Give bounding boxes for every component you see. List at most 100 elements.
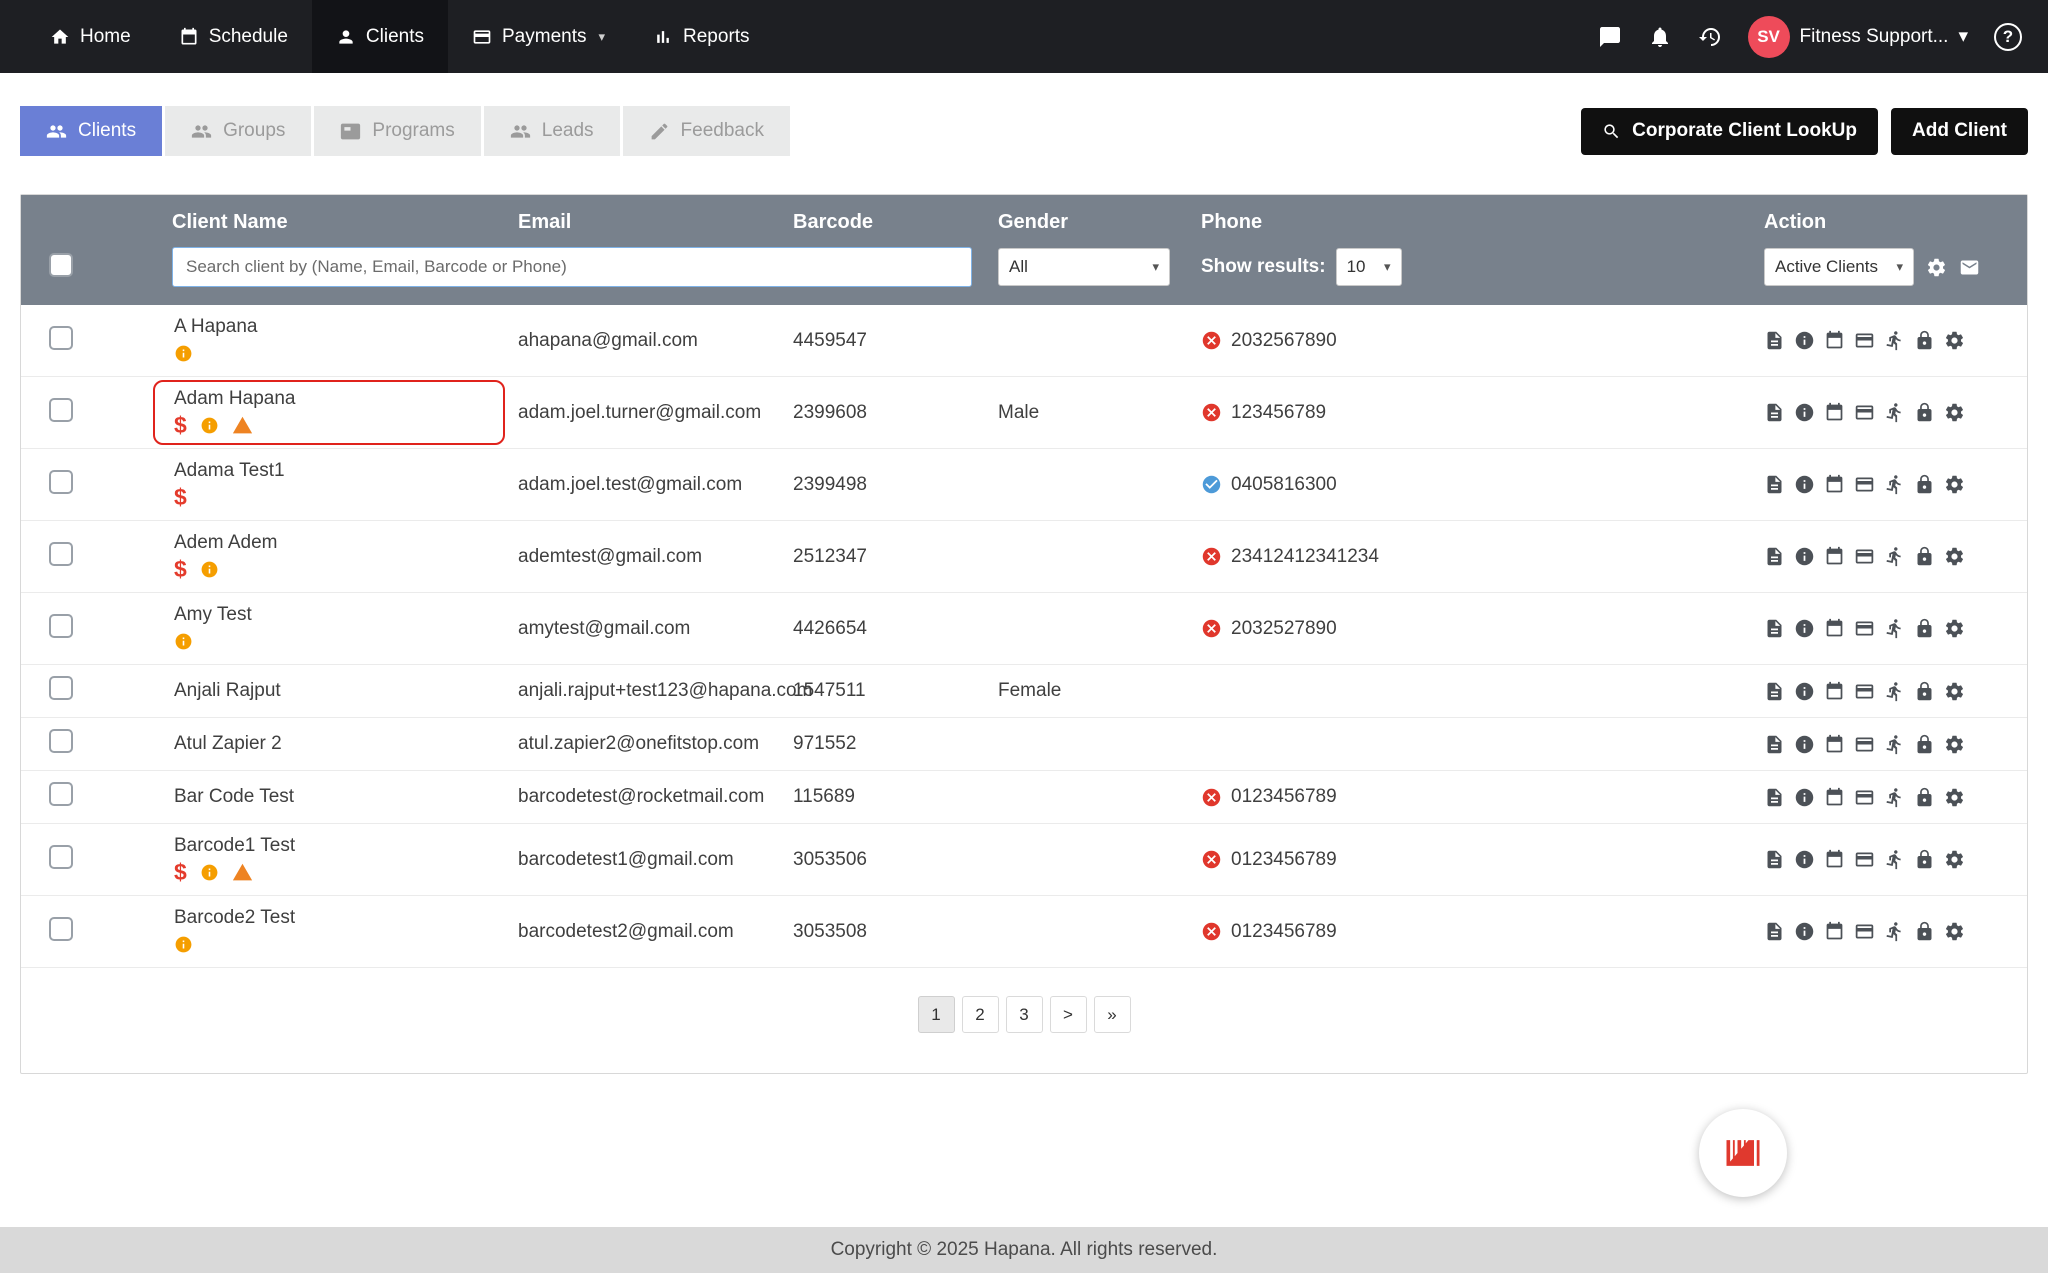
run-icon[interactable] (1884, 921, 1905, 942)
info-icon[interactable] (1794, 546, 1815, 567)
info-flag-icon[interactable] (174, 632, 193, 651)
calendar-icon[interactable] (1824, 681, 1845, 702)
warning-flag-icon[interactable] (232, 862, 253, 883)
info-icon[interactable] (1794, 330, 1815, 351)
info-flag-icon[interactable] (174, 935, 193, 954)
tab-programs[interactable]: Programs (314, 106, 481, 156)
dollar-flag-icon[interactable]: $ (174, 861, 187, 884)
row-checkbox[interactable] (49, 397, 73, 422)
lock-icon[interactable] (1914, 681, 1935, 702)
run-icon[interactable] (1884, 546, 1905, 567)
tab-groups[interactable]: Groups (165, 106, 312, 156)
lock-icon[interactable] (1914, 921, 1935, 942)
row-checkbox[interactable] (49, 613, 73, 638)
gear-icon[interactable] (1944, 787, 1965, 808)
run-icon[interactable] (1884, 330, 1905, 351)
corporate-client-lookup-button[interactable]: Corporate Client LookUp (1581, 107, 1878, 155)
client-name[interactable]: Adama Test1 (174, 460, 503, 482)
row-checkbox[interactable] (49, 676, 73, 700)
copy-icon[interactable] (1764, 734, 1785, 755)
tab-feedback[interactable]: Feedback (622, 106, 790, 156)
info-icon[interactable] (1794, 681, 1815, 702)
nav-reports[interactable]: Reports (629, 0, 774, 73)
info-icon[interactable] (1794, 618, 1815, 639)
gear-icon[interactable] (1944, 849, 1965, 870)
dollar-flag-icon[interactable]: $ (174, 486, 187, 509)
page-button[interactable]: > (1049, 996, 1087, 1033)
nav-payments[interactable]: Payments ▾ (448, 0, 629, 73)
client-name[interactable]: A Hapana (174, 316, 503, 338)
nav-schedule[interactable]: Schedule (155, 0, 312, 73)
credit-card-icon[interactable] (1854, 474, 1875, 495)
history-icon[interactable] (1698, 25, 1722, 49)
bell-icon[interactable] (1648, 25, 1672, 49)
calendar-icon[interactable] (1824, 618, 1845, 639)
gear-icon[interactable] (1944, 474, 1965, 495)
client-name[interactable]: Bar Code Test (174, 786, 503, 808)
warning-flag-icon[interactable] (232, 415, 253, 436)
show-results-select[interactable]: 10 ▾ (1335, 248, 1402, 286)
row-checkbox[interactable] (49, 844, 73, 869)
run-icon[interactable] (1884, 734, 1905, 755)
credit-card-icon[interactable] (1854, 734, 1875, 755)
tab-clients[interactable]: Clients (20, 106, 163, 156)
info-icon[interactable] (1794, 734, 1815, 755)
credit-card-icon[interactable] (1854, 849, 1875, 870)
gear-icon[interactable] (1944, 681, 1965, 702)
lock-icon[interactable] (1914, 330, 1935, 351)
row-checkbox[interactable] (49, 325, 73, 350)
row-checkbox[interactable] (49, 469, 73, 494)
client-name[interactable]: Amy Test (174, 604, 503, 626)
credit-card-icon[interactable] (1854, 921, 1875, 942)
gear-icon[interactable] (1944, 330, 1965, 351)
credit-card-icon[interactable] (1854, 546, 1875, 567)
calendar-icon[interactable] (1824, 734, 1845, 755)
client-name[interactable]: Barcode2 Test (174, 907, 503, 929)
row-checkbox[interactable] (49, 541, 73, 566)
copy-icon[interactable] (1764, 921, 1785, 942)
info-flag-icon[interactable] (200, 863, 219, 882)
page-button[interactable]: 2 (961, 996, 999, 1033)
copy-icon[interactable] (1764, 330, 1785, 351)
credit-card-icon[interactable] (1854, 402, 1875, 423)
row-checkbox[interactable] (49, 782, 73, 806)
page-button[interactable]: 1 (917, 996, 955, 1033)
copy-icon[interactable] (1764, 787, 1785, 808)
lock-icon[interactable] (1914, 618, 1935, 639)
copy-icon[interactable] (1764, 849, 1785, 870)
info-icon[interactable] (1794, 849, 1815, 870)
gender-filter-select[interactable]: All ▾ (998, 248, 1170, 286)
gear-icon[interactable] (1944, 618, 1965, 639)
dollar-flag-icon[interactable]: $ (174, 558, 187, 581)
run-icon[interactable] (1884, 402, 1905, 423)
run-icon[interactable] (1884, 681, 1905, 702)
info-icon[interactable] (1794, 402, 1815, 423)
lock-icon[interactable] (1914, 402, 1935, 423)
dollar-flag-icon[interactable]: $ (174, 414, 187, 437)
gear-icon[interactable] (1944, 402, 1965, 423)
run-icon[interactable] (1884, 849, 1905, 870)
envelope-icon[interactable] (1959, 257, 1980, 278)
account-menu[interactable]: SV Fitness Support... ▾ (1747, 15, 1968, 58)
copy-icon[interactable] (1764, 402, 1785, 423)
status-filter-select[interactable]: Active Clients ▾ (1764, 248, 1914, 286)
gear-icon[interactable] (1944, 734, 1965, 755)
copy-icon[interactable] (1764, 681, 1785, 702)
barcode-scan-button[interactable] (1699, 1109, 1787, 1197)
run-icon[interactable] (1884, 474, 1905, 495)
client-name[interactable]: Anjali Rajput (174, 680, 503, 702)
client-name[interactable]: Adem Adem (174, 532, 503, 554)
chat-icon[interactable] (1598, 25, 1622, 49)
copy-icon[interactable] (1764, 546, 1785, 567)
info-icon[interactable] (1794, 921, 1815, 942)
credit-card-icon[interactable] (1854, 787, 1875, 808)
client-name[interactable]: Adam Hapana (174, 388, 503, 410)
run-icon[interactable] (1884, 618, 1905, 639)
credit-card-icon[interactable] (1854, 330, 1875, 351)
page-button[interactable]: 3 (1005, 996, 1043, 1033)
info-flag-icon[interactable] (200, 416, 219, 435)
page-button[interactable]: » (1093, 996, 1131, 1033)
lock-icon[interactable] (1914, 546, 1935, 567)
client-name[interactable]: Barcode1 Test (174, 835, 503, 857)
calendar-icon[interactable] (1824, 849, 1845, 870)
